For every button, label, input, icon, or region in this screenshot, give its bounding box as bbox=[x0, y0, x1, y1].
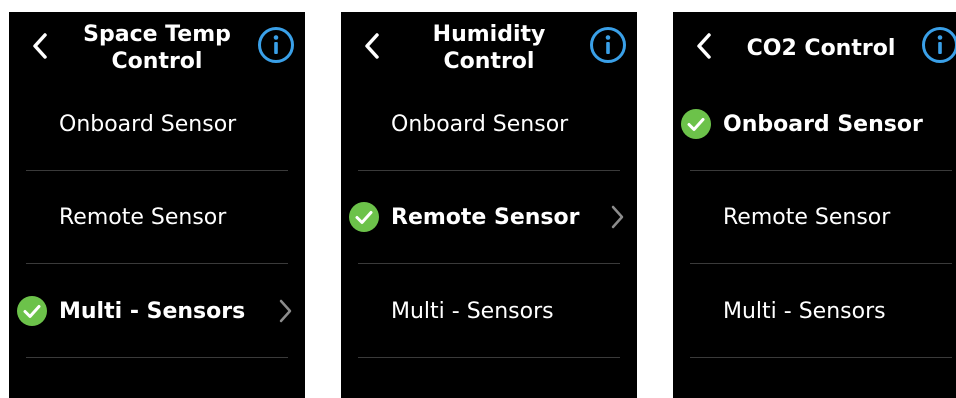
divider bbox=[690, 263, 952, 264]
divider bbox=[26, 263, 288, 264]
co2-control-screen: CO2 Control Onboard Sensor Remote Sensor… bbox=[673, 12, 956, 398]
chevron-right-icon bbox=[611, 205, 624, 229]
option-remote-sensor[interactable]: Remote Sensor bbox=[9, 171, 305, 263]
space-temp-control-screen: Space Temp Control Onboard Sensor Remote … bbox=[9, 12, 305, 398]
option-label: Onboard Sensor bbox=[59, 111, 237, 137]
option-multi-sensors[interactable]: Multi - Sensors bbox=[341, 265, 637, 357]
info-icon[interactable] bbox=[921, 26, 956, 64]
title-line-1: Space Temp bbox=[83, 22, 231, 47]
option-label: Onboard Sensor bbox=[723, 111, 923, 137]
divider bbox=[690, 357, 952, 358]
option-label: Multi - Sensors bbox=[59, 298, 246, 324]
info-icon[interactable] bbox=[257, 26, 295, 64]
humidity-control-screen: Humidity Control Onboard Sensor Remote Se… bbox=[341, 12, 637, 398]
chevron-right-icon bbox=[279, 299, 292, 323]
option-label: Multi - Sensors bbox=[391, 298, 554, 324]
back-chevron-icon[interactable] bbox=[27, 30, 55, 62]
option-label: Remote Sensor bbox=[59, 204, 227, 230]
page-title: Humidity Control bbox=[393, 18, 585, 78]
title-line-1: CO2 Control bbox=[746, 35, 896, 61]
check-circle-icon bbox=[17, 296, 47, 326]
divider bbox=[358, 357, 620, 358]
page-title: Space Temp Control bbox=[61, 18, 253, 78]
option-onboard-sensor[interactable]: Onboard Sensor bbox=[9, 78, 305, 170]
option-label: Multi - Sensors bbox=[723, 298, 886, 324]
check-circle-icon bbox=[681, 109, 711, 139]
title-line-2: Control bbox=[111, 49, 203, 74]
option-onboard-sensor[interactable]: Onboard Sensor bbox=[341, 78, 637, 170]
option-label: Remote Sensor bbox=[723, 204, 891, 230]
option-multi-sensors[interactable]: Multi - Sensors bbox=[673, 265, 956, 357]
title-line-2: Control bbox=[443, 49, 535, 74]
option-onboard-sensor[interactable]: Onboard Sensor bbox=[673, 78, 956, 170]
info-icon[interactable] bbox=[589, 26, 627, 64]
option-remote-sensor[interactable]: Remote Sensor bbox=[341, 171, 637, 263]
back-chevron-icon[interactable] bbox=[691, 30, 719, 62]
option-label: Onboard Sensor bbox=[391, 111, 569, 137]
option-label: Remote Sensor bbox=[391, 204, 580, 230]
divider bbox=[26, 357, 288, 358]
page-title: CO2 Control bbox=[725, 18, 917, 78]
check-circle-icon bbox=[349, 202, 379, 232]
divider bbox=[358, 263, 620, 264]
back-chevron-icon[interactable] bbox=[359, 30, 387, 62]
title-line-1: Humidity bbox=[432, 22, 546, 47]
option-remote-sensor[interactable]: Remote Sensor bbox=[673, 171, 956, 263]
option-multi-sensors[interactable]: Multi - Sensors bbox=[9, 265, 305, 357]
